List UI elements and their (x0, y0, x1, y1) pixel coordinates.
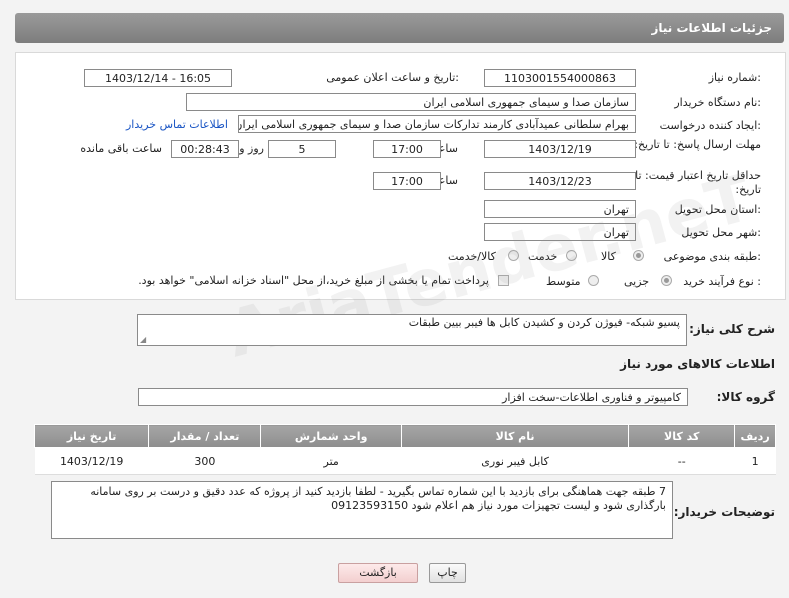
table-header-row: ردیف کد کالا نام کالا واحد شمارش تعداد /… (33, 424, 776, 448)
need-number-field: 1103001554000863 (484, 69, 636, 87)
summary-field: پسیو شبکه- فیوژن کردن و کشیدن کابل ها فی… (137, 314, 687, 346)
need-number-label: شماره نیاز: (708, 71, 761, 84)
goods-table: ردیف کد کالا نام کالا واحد شمارش تعداد /… (33, 424, 776, 475)
col-code-header: کد کالا (628, 424, 736, 448)
table-row: 1 -- کابل فیبر نوری متر 300 1403/12/19 (34, 447, 776, 475)
announce-label: تاریخ و ساعت اعلان عمومی: (326, 71, 459, 84)
days-label: روز و (239, 142, 264, 155)
goods-group-label: گروه کالا: (716, 390, 775, 404)
announce-field: 1403/12/14 - 16:05 (84, 69, 232, 87)
goods-section-title: اطلاعات کالاهای مورد نیاز (620, 357, 775, 371)
summary-text: پسیو شبکه- فیوژن کردن و کشیدن کابل ها فی… (408, 316, 680, 329)
days-remaining-field: 5 (268, 140, 336, 158)
cell-row: 1 (734, 447, 776, 475)
summary-label: شرح کلی نیاز: (689, 322, 775, 336)
cell-qty: 300 (148, 447, 261, 475)
requester-field: بهرام سلطانی عمیدآبادی کارمند تدارکات سا… (238, 115, 636, 133)
cell-code: -- (628, 447, 735, 475)
buyer-notes-label: توضیحات خریدار: (673, 505, 775, 519)
deadline-time-field: 17:00 (373, 140, 441, 158)
buyer-notes-field: 7 طبقه جهت هماهنگی برای بازدید با این شم… (51, 481, 673, 539)
cell-date: 1403/12/19 (34, 447, 149, 475)
process-label: نوع فرآیند خرید : (683, 275, 761, 288)
goods-group-field: کامپیوتر و فناوری اطلاعات-سخت افزار (138, 388, 688, 406)
validity-time-field: 17:00 (373, 172, 441, 190)
time-remaining-label: ساعت باقی مانده (80, 142, 162, 155)
resize-handle-icon[interactable]: ◢ (140, 335, 146, 344)
time-remaining-field: 00:28:43 (171, 140, 239, 158)
deadline-label: مهلت ارسال پاسخ: تا تاریخ: (634, 138, 761, 151)
col-row-header: ردیف (734, 424, 776, 448)
back-button[interactable]: بازگشت (338, 563, 418, 583)
process-minor-label: جزیی (624, 275, 650, 288)
page: جزئیات اطلاعات نیاز شماره نیاز: 11030015… (0, 0, 789, 598)
print-button[interactable]: چاپ (429, 563, 466, 583)
requester-label: ایجاد کننده درخواست: (659, 119, 761, 132)
validity-date-field: 1403/12/23 (484, 172, 636, 190)
cell-unit: متر (260, 447, 402, 475)
cell-name: کابل فیبر نوری (401, 447, 629, 475)
col-date-header: تاریخ نیاز (33, 424, 150, 448)
col-name-header: نام کالا (400, 424, 630, 448)
buyer-contact-link[interactable]: اطلاعات تماس خریدار (126, 118, 228, 131)
page-title: جزئیات اطلاعات نیاز (651, 21, 772, 35)
buyer-org-field: سازمان صدا و سیمای جمهوری اسلامی ایران (186, 93, 636, 111)
process-minor-radio[interactable] (661, 275, 672, 286)
deadline-date-field: 1403/12/19 (484, 140, 636, 158)
buyer-org-label: نام دستگاه خریدار: (674, 96, 761, 109)
page-header: جزئیات اطلاعات نیاز (15, 13, 784, 43)
col-unit-header: واحد شمارش (260, 424, 402, 448)
col-qty-header: تعداد / مقدار (148, 424, 262, 448)
